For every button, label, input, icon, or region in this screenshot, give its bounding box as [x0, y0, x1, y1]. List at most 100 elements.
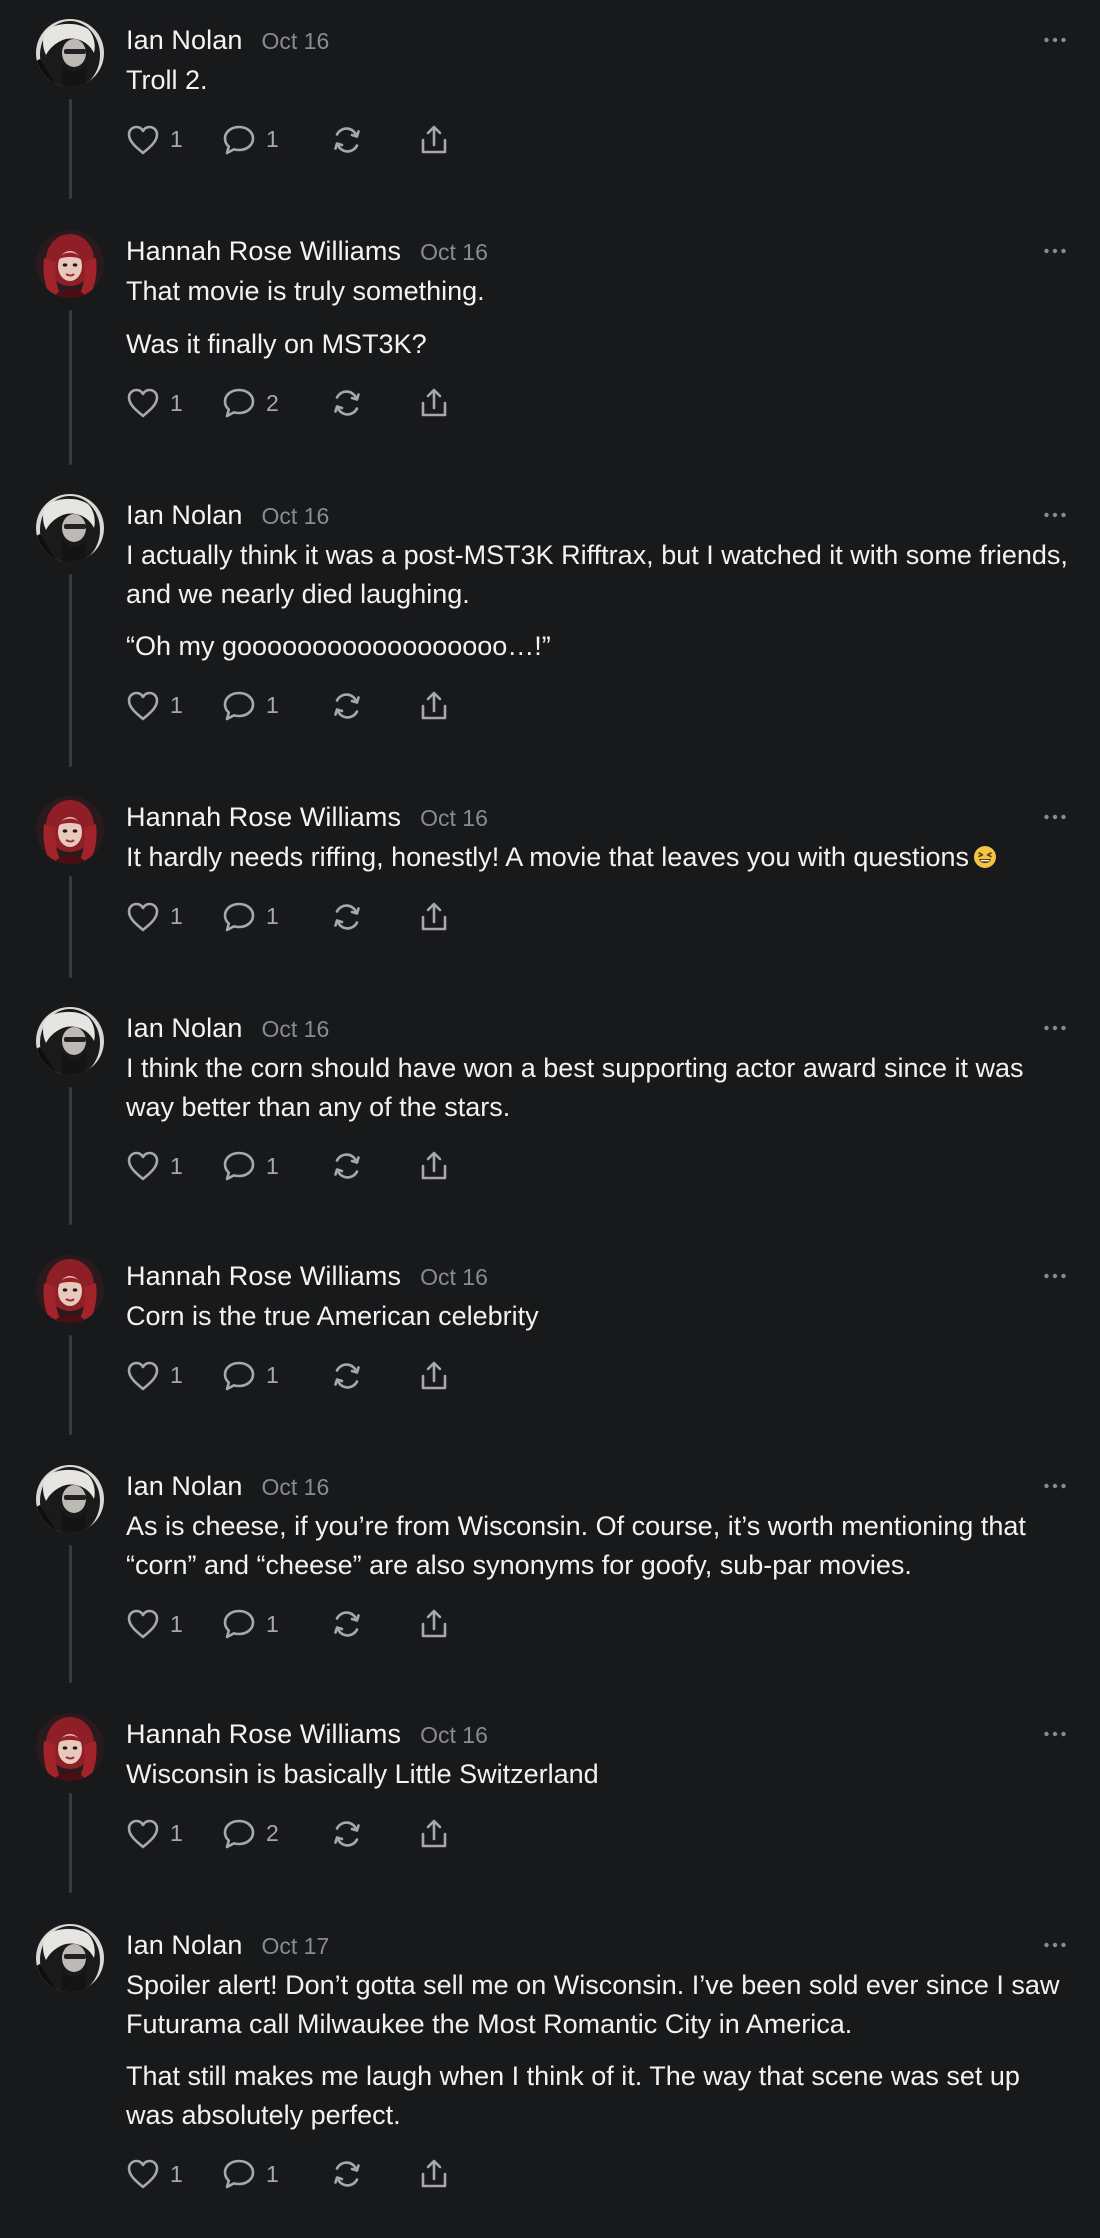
repost-button[interactable]	[330, 1606, 417, 1642]
reply-button[interactable]: 1	[222, 1606, 330, 1642]
reply-button[interactable]: 2	[222, 385, 330, 421]
post-date[interactable]: Oct 16	[420, 1714, 488, 1756]
post-text: As is cheese, if you’re from Wisconsin. …	[126, 1511, 1026, 1580]
post-date[interactable]: Oct 16	[261, 1008, 329, 1050]
repost-button[interactable]	[330, 1816, 417, 1852]
post-body: As is cheese, if you’re from Wisconsin. …	[126, 1507, 1070, 1584]
reply-button[interactable]: 1	[222, 2156, 330, 2192]
author-name[interactable]: Ian Nolan	[126, 19, 242, 61]
post-text: Corn is the true American celebrity	[126, 1301, 539, 1331]
author-name[interactable]: Ian Nolan	[126, 1007, 242, 1049]
like-button[interactable]: 1	[126, 2156, 222, 2192]
post-actions: 11	[126, 1606, 1070, 1642]
reply-button[interactable]: 1	[222, 1358, 330, 1394]
reply-count: 1	[266, 692, 279, 718]
repost-button[interactable]	[330, 1148, 417, 1184]
post-header: Hannah Rose Williams Oct 16	[126, 230, 1070, 272]
post-body: It hardly needs riffing, honestly! A mov…	[126, 838, 1070, 877]
author-name[interactable]: Ian Nolan	[126, 494, 242, 536]
share-button[interactable]	[417, 385, 451, 421]
avatar[interactable]	[36, 19, 104, 87]
reply-count: 1	[266, 1152, 279, 1179]
avatar[interactable]	[36, 1465, 104, 1533]
avatar[interactable]	[36, 1007, 104, 1075]
more-options-icon[interactable]	[1040, 1261, 1070, 1291]
share-button[interactable]	[417, 899, 451, 935]
more-options-icon[interactable]	[1040, 1013, 1070, 1043]
post-header: Hannah Rose Williams Oct 16	[126, 1255, 1070, 1297]
repost-button[interactable]	[330, 385, 417, 421]
post-text: It hardly needs riffing, honestly! A mov…	[126, 838, 1070, 877]
share-icon	[417, 387, 451, 419]
speech-bubble-icon	[222, 901, 256, 933]
author-name[interactable]: Hannah Rose Williams	[126, 230, 401, 272]
like-button[interactable]: 1	[126, 1358, 222, 1394]
like-button[interactable]: 1	[126, 1816, 222, 1852]
avatar[interactable]	[36, 1713, 104, 1781]
repost-button[interactable]	[330, 1358, 417, 1394]
like-button[interactable]: 1	[126, 1148, 222, 1184]
more-options-icon[interactable]	[1040, 25, 1070, 55]
like-count: 1	[170, 1362, 183, 1388]
post-body: Troll 2.	[126, 61, 1070, 100]
post-date[interactable]: Oct 17	[261, 1925, 329, 1967]
like-button[interactable]: 1	[126, 122, 222, 158]
avatar[interactable]	[36, 230, 104, 298]
author-name[interactable]: Hannah Rose Williams	[126, 1713, 401, 1755]
share-icon	[417, 1818, 451, 1850]
share-button[interactable]	[417, 688, 451, 724]
reply-button[interactable]: 1	[222, 899, 330, 935]
like-button[interactable]: 1	[126, 688, 222, 724]
reply-button[interactable]: 1	[222, 688, 330, 724]
repost-icon	[330, 690, 364, 722]
more-options-icon[interactable]	[1040, 1471, 1070, 1501]
reply-button[interactable]: 2	[222, 1816, 330, 1852]
share-button[interactable]	[417, 1358, 451, 1394]
like-button[interactable]: 1	[126, 1606, 222, 1642]
post-date[interactable]: Oct 16	[261, 20, 329, 62]
thread-post: Ian Nolan Oct 16 I actually think it was a…	[0, 494, 1100, 798]
post-actions: 11	[126, 122, 1070, 158]
share-button[interactable]	[417, 1148, 451, 1184]
share-button[interactable]	[417, 1816, 451, 1852]
avatar[interactable]	[36, 1924, 104, 1992]
post-date[interactable]: Oct 16	[420, 797, 488, 839]
repost-button[interactable]	[330, 2156, 417, 2192]
author-name[interactable]: Hannah Rose Williams	[126, 796, 401, 838]
share-icon	[417, 2158, 451, 2190]
speech-bubble-icon	[222, 1150, 256, 1182]
repost-button[interactable]	[330, 122, 417, 158]
post-actions: 11	[126, 1148, 1070, 1184]
like-button[interactable]: 1	[126, 385, 222, 421]
reply-button[interactable]: 1	[222, 122, 330, 158]
speech-bubble-icon	[222, 387, 256, 419]
share-button[interactable]	[417, 2156, 451, 2192]
more-options-icon[interactable]	[1040, 236, 1070, 266]
post-date[interactable]: Oct 16	[420, 1256, 488, 1298]
reply-button[interactable]: 1	[222, 1148, 330, 1184]
avatar[interactable]	[36, 1255, 104, 1323]
repost-button[interactable]	[330, 688, 417, 724]
more-options-icon[interactable]	[1040, 1719, 1070, 1749]
repost-icon	[330, 901, 364, 933]
author-name[interactable]: Hannah Rose Williams	[126, 1255, 401, 1297]
more-options-icon[interactable]	[1040, 500, 1070, 530]
author-name[interactable]: Ian Nolan	[126, 1465, 242, 1507]
like-button[interactable]: 1	[126, 899, 222, 935]
repost-button[interactable]	[330, 899, 417, 935]
avatar[interactable]	[36, 494, 104, 562]
avatar[interactable]	[36, 796, 104, 864]
post-actions: 12	[126, 385, 1070, 421]
post-header: Ian Nolan Oct 16	[126, 19, 1070, 61]
heart-icon	[126, 124, 160, 156]
more-options-icon[interactable]	[1040, 802, 1070, 832]
thread-post: Ian Nolan Oct 16 I think the corn should h…	[0, 1007, 1100, 1257]
share-button[interactable]	[417, 122, 451, 158]
post-text: Spoiler alert! Don’t gotta sell me on Wi…	[126, 1970, 1060, 2039]
author-name[interactable]: Ian Nolan	[126, 1924, 242, 1966]
more-options-icon[interactable]	[1040, 1930, 1070, 1960]
share-button[interactable]	[417, 1606, 451, 1642]
post-date[interactable]: Oct 16	[261, 495, 329, 537]
post-date[interactable]: Oct 16	[261, 1466, 329, 1508]
post-date[interactable]: Oct 16	[420, 231, 488, 273]
